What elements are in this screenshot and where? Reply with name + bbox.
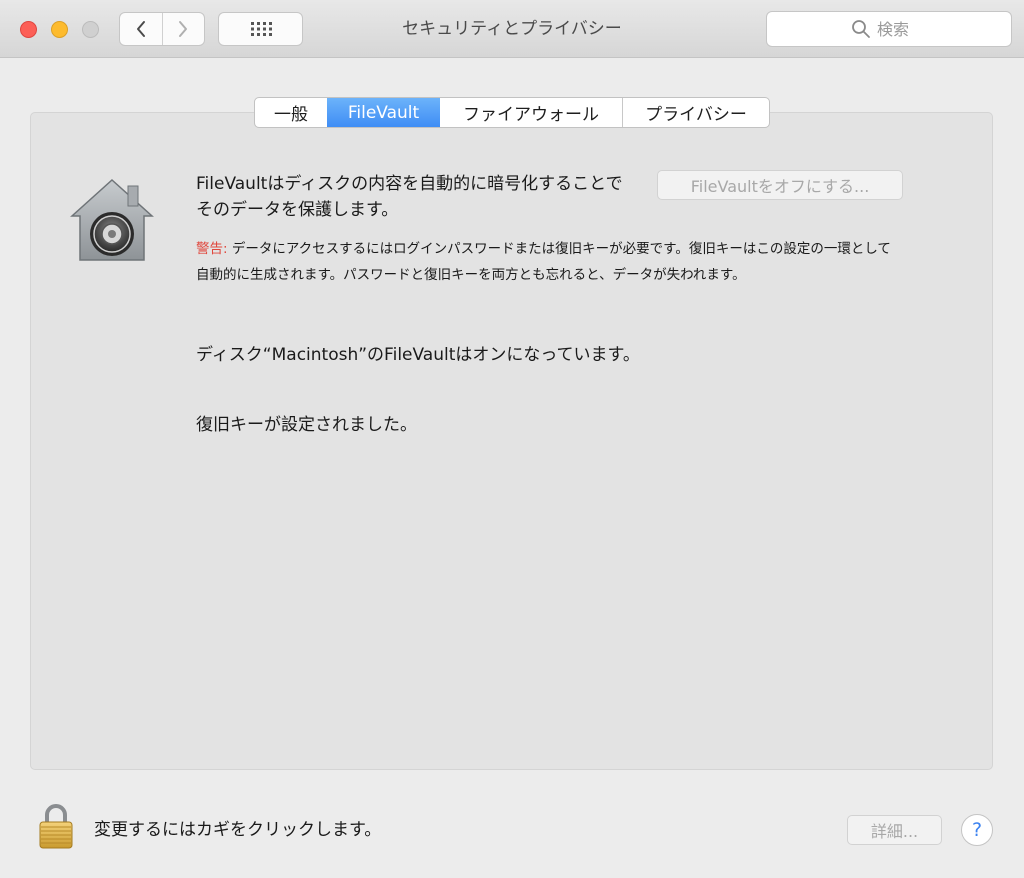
back-button[interactable] bbox=[120, 13, 162, 45]
search-field[interactable] bbox=[766, 11, 1012, 47]
turn-off-filevault-button: FileVaultをオフにする... bbox=[657, 170, 903, 200]
zoom-window-button bbox=[82, 21, 99, 38]
warning-text: データにアクセスするにはログインパスワードまたは復旧キーが必要です。復旧キーはこ… bbox=[196, 241, 891, 283]
recovery-key-status: 復旧キーが設定されました。 bbox=[196, 415, 417, 435]
forward-button[interactable] bbox=[161, 13, 205, 45]
advanced-button: 詳細... bbox=[847, 815, 942, 845]
chevron-left-icon bbox=[136, 21, 145, 37]
window-title: セキュリティとプライバシー bbox=[402, 19, 622, 39]
filevault-status: ディスク“Macintosh”のFileVaultはオンになっています。 bbox=[196, 345, 640, 365]
filevault-description: FileVaultはディスクの内容を自動的に暗号化することでそのデータを保護しま… bbox=[196, 174, 623, 220]
system-preferences-window: セキュリティとプライバシー 一般 FileVault ファイアウォール プライバ… bbox=[0, 0, 1024, 878]
padlock-icon[interactable] bbox=[38, 803, 74, 849]
tab-filevault[interactable]: FileVault bbox=[327, 98, 440, 127]
tab-firewall[interactable]: ファイアウォール bbox=[440, 98, 622, 127]
show-all-button[interactable] bbox=[218, 12, 303, 46]
filevault-warning: 警告: データにアクセスするにはログインパスワードまたは復旧キーが必要です。復旧… bbox=[196, 236, 901, 288]
minimize-window-button[interactable] bbox=[51, 21, 68, 38]
close-window-button[interactable] bbox=[20, 21, 37, 38]
warning-label: 警告: bbox=[196, 241, 228, 257]
grid-icon bbox=[250, 22, 272, 36]
search-input[interactable] bbox=[877, 19, 927, 39]
tab-general[interactable]: 一般 bbox=[255, 98, 327, 127]
help-button[interactable]: ? bbox=[961, 814, 993, 846]
navigation-buttons bbox=[119, 12, 205, 46]
tab-privacy[interactable]: プライバシー bbox=[622, 98, 769, 127]
lock-instruction-text: 変更するにはカギをクリックします。 bbox=[94, 820, 382, 840]
chevron-right-icon bbox=[179, 21, 188, 37]
search-icon bbox=[852, 20, 870, 38]
tab-bar: 一般 FileVault ファイアウォール プライバシー bbox=[254, 97, 770, 128]
filevault-house-icon bbox=[70, 178, 154, 261]
title-bar: セキュリティとプライバシー bbox=[0, 0, 1024, 58]
